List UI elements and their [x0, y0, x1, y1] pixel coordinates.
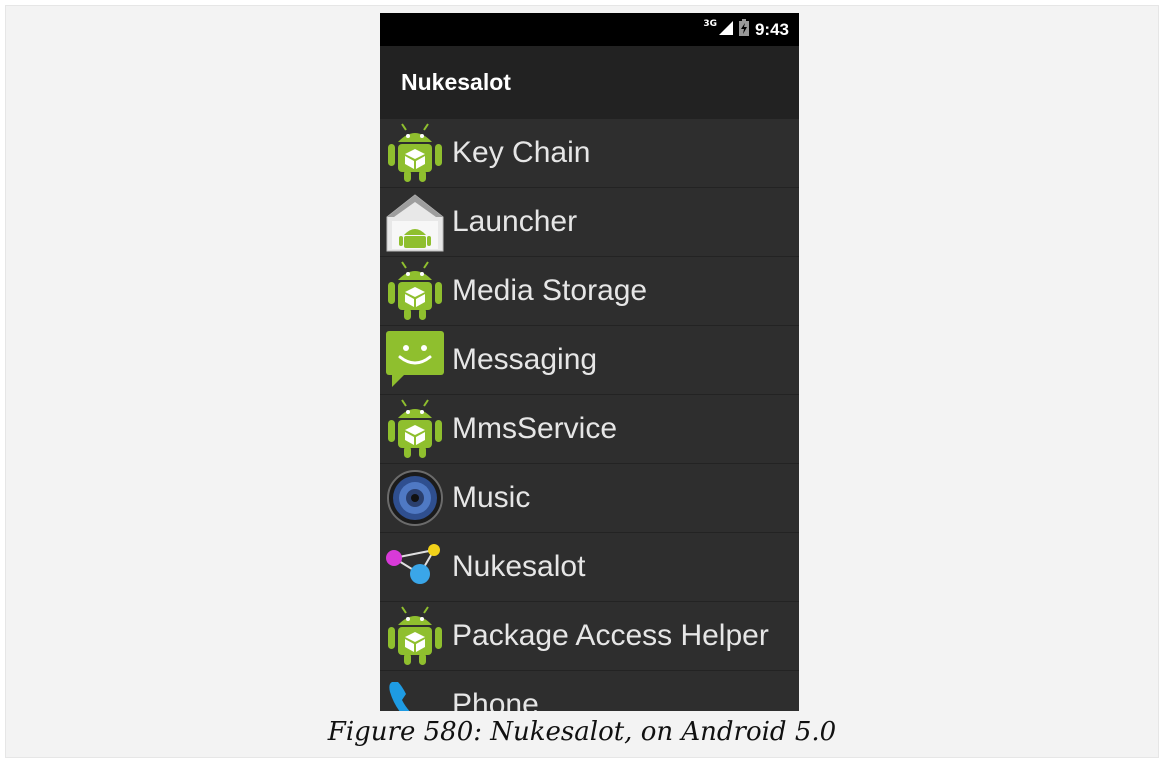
nukesalot-molecule-icon — [384, 536, 446, 598]
list-item-label: Nukesalot — [452, 550, 586, 583]
list-item[interactable]: Key Chain — [380, 119, 799, 188]
android-package-icon — [384, 122, 446, 184]
app-list[interactable]: Key Chain Launcher Media Storage Messagi… — [380, 119, 799, 711]
status-bar: 3G 9:43 — [380, 13, 799, 46]
music-speaker-icon — [384, 467, 446, 529]
list-item-label: Package Access Helper — [452, 619, 769, 652]
list-item-label: Messaging — [452, 343, 598, 376]
list-item-label: MmsService — [452, 412, 618, 445]
list-item[interactable]: Music — [380, 464, 799, 533]
page-title: Nukesalot — [401, 69, 511, 95]
list-item[interactable]: MmsService — [380, 395, 799, 464]
phone-screen: 3G 9:43 Nukesalot Key Chain Launcher Med… — [380, 13, 799, 711]
action-bar: Nukesalot — [380, 46, 799, 119]
battery-charging-icon — [738, 19, 749, 40]
list-item[interactable]: Messaging — [380, 326, 799, 395]
launcher-home-icon — [384, 191, 446, 253]
android-package-icon — [384, 260, 446, 322]
android-package-icon — [384, 398, 446, 460]
android-package-icon — [384, 605, 446, 667]
list-item-label: Phone — [452, 688, 539, 711]
clock: 9:43 — [754, 19, 789, 39]
list-item[interactable]: Nukesalot — [380, 533, 799, 602]
status-icons: 3G 9:43 — [703, 13, 789, 46]
list-item-label: Media Storage — [452, 274, 648, 307]
list-item-label: Music — [452, 481, 531, 514]
messaging-icon — [384, 329, 446, 391]
list-item[interactable]: Launcher — [380, 188, 799, 257]
list-item[interactable]: Package Access Helper — [380, 602, 799, 671]
phone-handset-icon — [384, 674, 446, 711]
figure-caption: Figure 580: Nukesalot, on Android 5.0 — [327, 717, 837, 747]
network-type-label: 3G — [703, 18, 717, 29]
list-item[interactable]: Media Storage — [380, 257, 799, 326]
list-item-label: Key Chain — [452, 136, 591, 169]
list-item-label: Launcher — [452, 205, 578, 238]
signal-icon — [718, 20, 733, 39]
list-item[interactable]: Phone — [380, 671, 799, 711]
